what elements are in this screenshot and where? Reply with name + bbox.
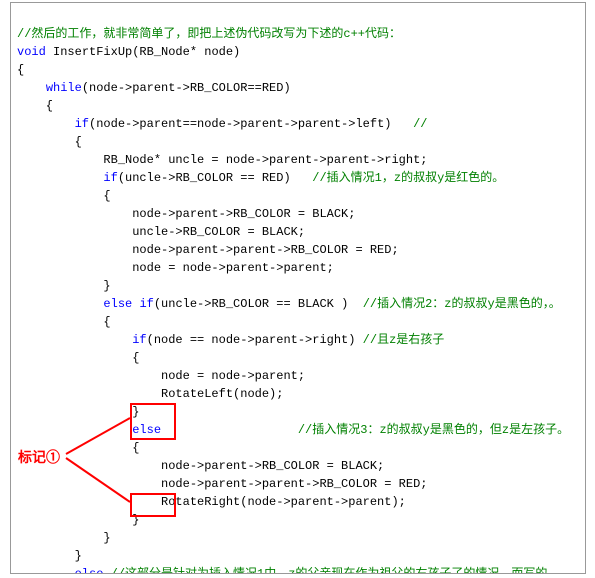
code-screenshot-container: //然后的工作，就非常简单了，即把上述伪代码改写为下述的c++代码： void … [0,0,595,578]
brace-open-1: { [17,63,24,77]
comment-case-3: //插入情况3：z的叔叔y是黑色的，但z是左孩子。 [298,423,569,437]
comment-right-child: //且z是右孩子 [363,333,445,347]
comment-line-1: //然后的工作，就非常简单了，即把上述伪代码改写为下述的c++代码： [17,27,401,41]
keyword-else-2: else [132,423,161,437]
keyword-void: void [17,45,46,59]
keyword-else-3: else [75,567,104,574]
comment-case-2: //插入情况2：z的叔叔y是黑色的，。 [363,297,561,311]
keyword-if-4: if [132,333,146,347]
code-block: //然后的工作，就非常简单了，即把上述伪代码改写为下述的c++代码： void … [10,2,586,574]
keyword-if-3: if [139,297,153,311]
comment-else-branch: //这部分是针对为插入情况1中，z的父亲现在作为祖父的右孩子了的情况，而写的。 [111,567,560,574]
keyword-if-1: if [75,117,89,131]
keyword-if-2: if [103,171,117,185]
annotation-marker-label: 标记① [18,447,60,467]
comment-case-1: //插入情况1，z的叔叔y是红色的。 [312,171,504,185]
uncle-decl: RB_Node* uncle = node->parent->parent->r… [17,153,427,167]
keyword-else-1: else [103,297,132,311]
keyword-while: while [46,81,82,95]
func-signature: InsertFixUp(RB_Node* node) [46,45,240,59]
